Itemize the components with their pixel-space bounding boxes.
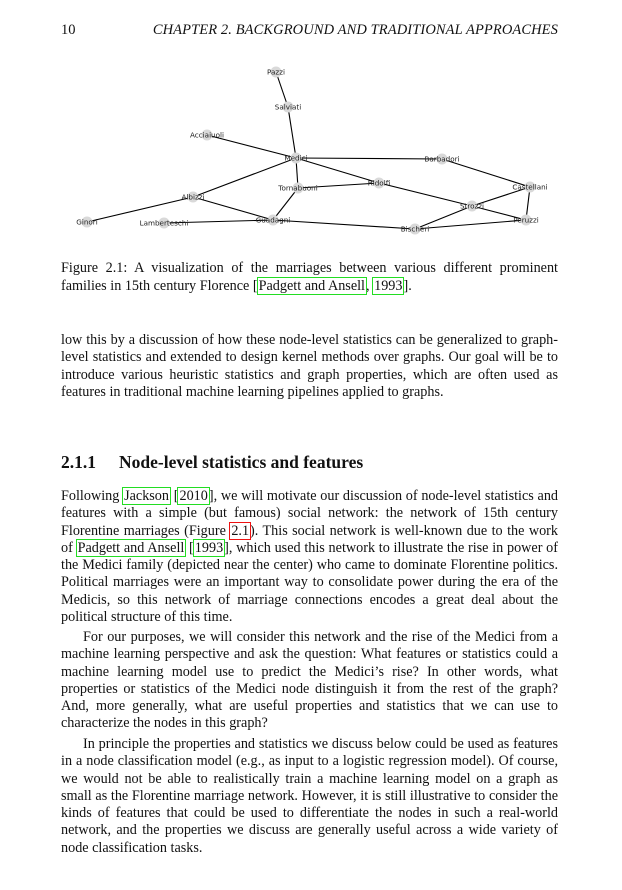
graph-node-peruzzi: Peruzzi: [513, 214, 539, 226]
node-label: Lamberteschi: [140, 219, 189, 228]
citation-link-1993[interactable]: 1993: [372, 276, 405, 295]
graph-node-barbadori: Barbadori: [424, 153, 460, 165]
page-number: 10: [61, 22, 76, 38]
node-label: Strozzi: [460, 202, 484, 211]
graph-node-medici: Medici: [284, 152, 308, 164]
citation-link-jackson[interactable]: Jackson: [122, 487, 171, 505]
figure-ref-link[interactable]: 2.1: [229, 521, 252, 540]
graph-edge-salviati-medici: [287, 106, 297, 159]
node-label: Ginori: [76, 218, 97, 227]
node-label: Medici: [284, 154, 307, 163]
graph-node-guadagni: Guadagni: [256, 214, 291, 226]
graph-node-castellani: Castellani: [512, 181, 548, 193]
graph-node-pazzi: Pazzi: [267, 66, 285, 78]
caption-suffix: ].: [403, 277, 412, 294]
node-label: Pazzi: [267, 68, 285, 77]
node-label: Albizzi: [181, 193, 204, 202]
node-label: Castellani: [512, 183, 547, 192]
citation-link-2010[interactable]: 2010: [177, 487, 210, 505]
graph-edge-medici-barbadori: [295, 157, 443, 160]
node-label: Tornabuoni: [277, 184, 317, 193]
graph-edge-guadagni-bischeri: [272, 219, 416, 230]
node-label: Guadagni: [256, 216, 291, 225]
node-label: Bischeri: [401, 225, 430, 234]
intro-paragraph: low this by a discussion of how these no…: [61, 332, 558, 400]
body-paragraph-2: For our purposes, we will consider this …: [61, 629, 558, 732]
node-label: Peruzzi: [513, 216, 539, 225]
graph-node-albizzi: Albizzi: [181, 191, 205, 203]
section-title: Node-level statistics and features: [119, 452, 364, 472]
graph-edge-ridolfi-strozzi: [378, 182, 473, 207]
florentine-marriage-network-figure: Pazzi Salviati Acciaiuoli Medici Barbadori To…: [76, 66, 548, 235]
graph-node-bischeri: Bischeri: [401, 223, 430, 235]
book-page: 10 CHAPTER 2. BACKGROUND AND TRADITIONAL…: [0, 0, 622, 890]
graph-node-strozzi: Strozzi: [460, 200, 484, 212]
text: Following: [61, 488, 124, 504]
body-paragraph-1: Following Jackson [2010], we will motiva…: [61, 487, 558, 626]
graph-node-ginori: Ginori: [76, 216, 98, 228]
running-header: 10 CHAPTER 2. BACKGROUND AND TRADITIONAL…: [61, 22, 558, 42]
node-label: Salviati: [275, 103, 301, 112]
graph-node-salviati: Salviati: [275, 101, 301, 113]
graph-edge-medici-ridolfi: [295, 157, 380, 184]
text: [: [185, 539, 194, 556]
citation-link-1993[interactable]: 1993: [192, 538, 226, 557]
section-heading: 2.1.1 Node-level statistics and features: [61, 452, 558, 473]
node-label: Acciaiuoli: [190, 131, 224, 140]
graph-node-acciaiuoli: Acciaiuoli: [190, 129, 224, 141]
graph-node-lamberteschi: Lamberteschi: [140, 217, 189, 229]
figure-caption: Figure 2.1: A visualization of the marri…: [61, 260, 558, 295]
graph-edge-peruzzi-bischeri: [414, 219, 527, 230]
graph-node-tornabuoni: Tornabuoni: [277, 182, 318, 194]
graph-nodes: Pazzi Salviati Acciaiuoli Medici Barbadori To…: [76, 66, 548, 235]
node-label: Barbadori: [424, 155, 459, 164]
running-title: CHAPTER 2. BACKGROUND AND TRADITIONAL AP…: [152, 22, 558, 38]
citation-link-padgett-ansell[interactable]: Padgett and Ansell: [75, 538, 187, 557]
section-number: 2.1.1: [61, 452, 96, 472]
body-paragraph-3: In principle the properties and statisti…: [61, 736, 558, 856]
citation-link-padgett-ansell[interactable]: Padgett and Ansell: [256, 276, 368, 295]
graph-node-ridolfi: Ridolfi: [368, 177, 390, 189]
node-label: Ridolfi: [368, 179, 390, 188]
